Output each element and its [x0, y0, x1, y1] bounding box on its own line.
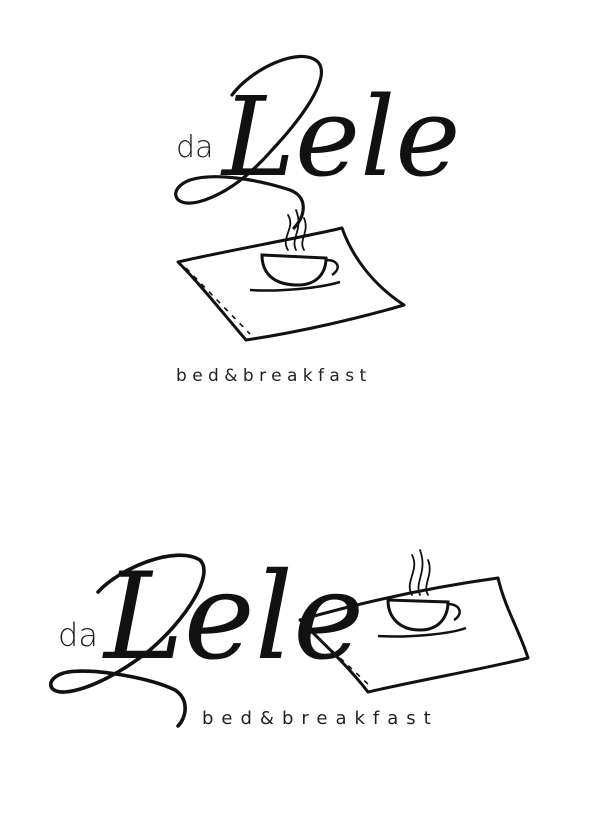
logo-stacked-artwork	[174, 55, 406, 342]
brand-tagline: bed&breakfast	[202, 708, 439, 729]
brand-name: Lele	[222, 73, 461, 201]
logo-horizontal: da Lele bed&breakfast	[0, 520, 600, 820]
logo-stacked: da Lele bed&breakfast	[0, 0, 600, 420]
brand-name: Lele	[104, 548, 365, 687]
brand-prefix: da	[176, 130, 214, 165]
steaming-cup-icon	[377, 549, 467, 638]
brand-prefix: da	[58, 616, 98, 654]
steaming-cup-icon	[249, 209, 341, 292]
brand-tagline: bed&breakfast	[176, 366, 372, 386]
